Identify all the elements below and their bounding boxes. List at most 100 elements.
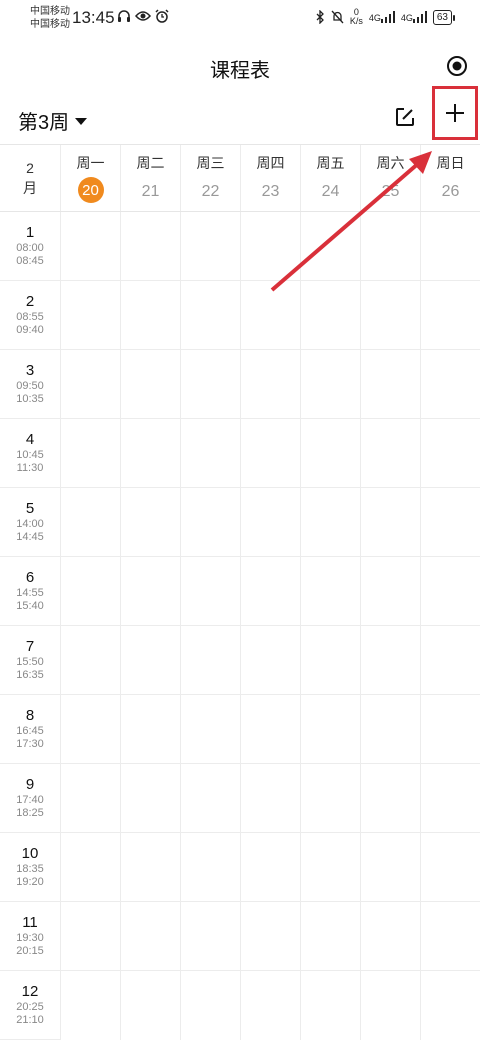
today-date-badge: 20	[77, 177, 104, 203]
period-label: 12 20:25 21:10	[0, 971, 60, 1040]
period-label: 6 14:55 15:40	[0, 557, 60, 626]
period-end-time: 09:40	[16, 324, 44, 336]
day-name: 周五	[316, 155, 345, 171]
period-start-time: 20:25	[16, 1001, 44, 1013]
speed-unit: K/s	[349, 16, 363, 26]
period-end-time: 08:45	[16, 255, 44, 267]
grid-row-line	[60, 556, 480, 557]
period-number: 2	[25, 293, 35, 310]
status-icons-right: 0 K/s 4G 4G 63	[315, 8, 456, 26]
period-label: 7 15:50 16:35	[0, 626, 60, 695]
month-cell: 2 月	[0, 145, 60, 211]
period-start-time: 19:30	[16, 932, 44, 944]
alarm-icon	[155, 9, 169, 23]
period-label: 9 17:40 18:25	[0, 764, 60, 833]
page-title: 课程表	[210, 60, 270, 82]
grid-row-line	[60, 832, 480, 833]
month-unit: 月	[23, 180, 37, 196]
network-speed: 0 K/s	[350, 8, 363, 26]
day-header: 周二 21	[120, 145, 180, 211]
app-bar: 课程表	[0, 44, 480, 88]
week-header: 2 月 周一 20 周二 21 周三 22 周四 23 周五 24 周六 25 周日 26	[0, 144, 480, 212]
grid-row-line	[60, 349, 480, 350]
carrier-2: 中国移动	[30, 19, 70, 30]
period-start-time: 15:50	[16, 656, 44, 668]
status-bar: 中国移动 中国移动 13:45 0 K/s 4G 4G 63	[0, 0, 480, 36]
day-name: 周二	[136, 155, 165, 171]
grid-row-line	[60, 970, 480, 971]
day-name: 周四	[256, 155, 285, 171]
grid-row-line	[60, 625, 480, 626]
period-start-time: 08:00	[16, 242, 44, 254]
period-start-time: 09:50	[16, 380, 44, 392]
period-label: 2 08:55 09:40	[0, 281, 60, 350]
grid-column-line	[180, 212, 181, 1040]
signal-bars-icon	[380, 11, 395, 23]
day-name: 周三	[196, 155, 225, 171]
grid-row-line	[60, 694, 480, 695]
signal-2: 4G	[401, 11, 427, 23]
plus-icon	[446, 104, 464, 122]
grid-column-line	[120, 212, 121, 1040]
period-label: 4 10:45 11:30	[0, 419, 60, 488]
period-number: 11	[22, 914, 38, 931]
period-number: 8	[25, 707, 35, 724]
week-label: 第3周	[18, 112, 70, 134]
grid-column-line	[240, 212, 241, 1040]
bluetooth-icon	[316, 10, 324, 24]
target-icon[interactable]	[446, 55, 468, 77]
period-start-time: 10:45	[16, 449, 44, 461]
period-number: 9	[25, 776, 35, 793]
period-end-time: 20:15	[16, 945, 44, 957]
period-number: 5	[25, 500, 35, 517]
period-end-time: 18:25	[16, 807, 44, 819]
grid-row-line	[60, 280, 480, 281]
period-start-time: 08:55	[16, 311, 44, 323]
period-label: 11 19:30 20:15	[0, 902, 60, 971]
day-name: 周日	[436, 155, 465, 171]
day-date: 22	[201, 183, 220, 200]
grid-column-line	[300, 212, 301, 1040]
network-type-1: 4G	[368, 13, 381, 23]
mute-bell-icon	[331, 10, 344, 24]
period-end-time: 14:45	[16, 531, 44, 543]
day-date: 25	[381, 183, 400, 200]
period-end-time: 16:35	[16, 669, 44, 681]
grid-row-line	[60, 418, 480, 419]
period-label: 3 09:50 10:35	[0, 350, 60, 419]
period-number: 12	[21, 983, 39, 1000]
period-end-time: 11:30	[16, 462, 44, 474]
period-end-time: 15:40	[16, 600, 44, 612]
period-start-time: 17:40	[16, 794, 44, 806]
period-start-time: 14:55	[16, 587, 44, 599]
day-date: 23	[261, 183, 280, 200]
period-number: 3	[25, 362, 35, 379]
day-name: 周六	[376, 155, 405, 171]
day-date: 24	[321, 183, 340, 200]
status-time: 13:45	[72, 8, 115, 27]
day-header: 周日 26	[420, 145, 480, 211]
carrier-1: 中国移动	[30, 6, 70, 17]
signal-1: 4G	[369, 11, 395, 23]
period-label: 10 18:35 19:20	[0, 833, 60, 902]
period-start-time: 18:35	[16, 863, 44, 875]
status-icons-left	[117, 9, 169, 23]
day-header: 周一 20	[60, 145, 120, 211]
week-selector[interactable]: 第3周	[18, 106, 88, 135]
period-end-time: 19:20	[16, 876, 44, 888]
network-type-2: 4G	[400, 13, 413, 23]
period-label: 5 14:00 14:45	[0, 488, 60, 557]
day-header: 周五 24	[300, 145, 360, 211]
add-course-button[interactable]	[432, 86, 478, 140]
grid-column-line	[60, 212, 61, 1040]
grid-row-line	[60, 487, 480, 488]
timetable-grid[interactable]: 1 08:00 08:45 2 08:55 09:40 3 09:50 10:35 4 10:45 1…	[0, 212, 480, 1040]
period-end-time: 21:10	[16, 1014, 44, 1026]
month-number: 2	[26, 160, 34, 176]
period-number: 1	[25, 224, 35, 241]
day-date: 21	[141, 183, 160, 200]
period-label: 1 08:00 08:45	[0, 212, 60, 281]
period-end-time: 10:35	[16, 393, 44, 405]
edit-icon[interactable]	[393, 105, 417, 129]
period-number: 10	[21, 845, 39, 862]
